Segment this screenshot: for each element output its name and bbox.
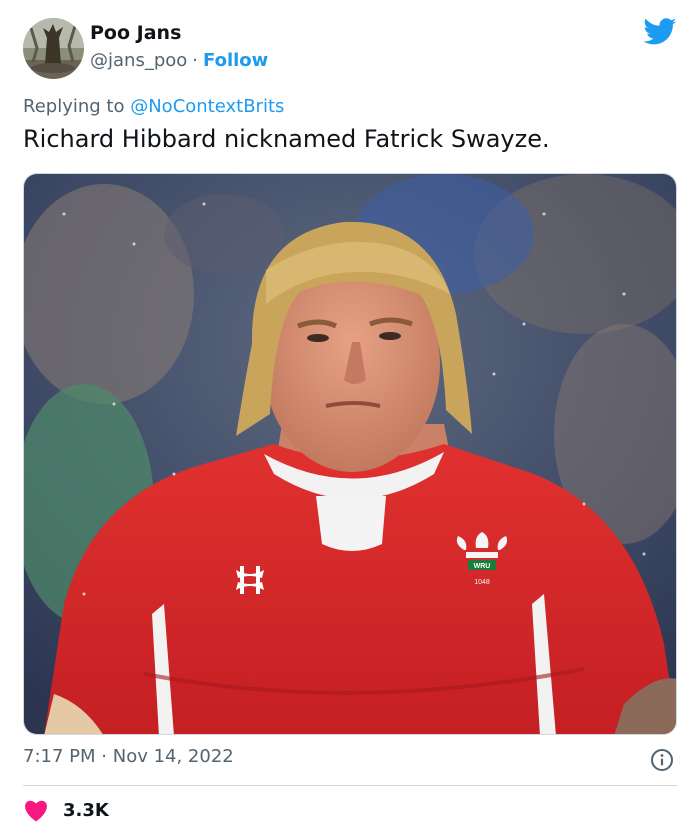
author-name[interactable]: Poo Jans — [90, 22, 181, 44]
heart-icon[interactable] — [23, 798, 49, 822]
avatar[interactable] — [23, 18, 84, 79]
twitter-bird-icon[interactable] — [643, 18, 677, 46]
info-icon[interactable] — [650, 748, 674, 772]
like-action[interactable]: 3.3K — [23, 797, 109, 823]
like-count: 3.3K — [63, 799, 109, 821]
crest-number-text: 1048 — [474, 579, 490, 586]
separator-dot: · — [101, 746, 107, 767]
timestamp[interactable]: 7:17 PM · Nov 14, 2022 — [23, 746, 234, 767]
reply-mention-link[interactable]: @NoContextBrits — [130, 96, 284, 117]
divider — [23, 785, 677, 786]
handle-row: @jans_poo · Follow — [90, 50, 268, 71]
separator-dot: · — [192, 50, 199, 71]
tweet-date: Nov 14, 2022 — [112, 746, 234, 767]
follow-button[interactable]: Follow — [203, 50, 268, 71]
author-handle[interactable]: @jans_poo — [90, 50, 187, 71]
replying-to-label: Replying to — [23, 96, 125, 117]
tweet-time: 7:17 PM — [23, 746, 96, 767]
crest-badge-text: WRU — [474, 563, 491, 570]
replying-to: Replying to @NoContextBrits — [23, 96, 284, 117]
rugby-player-photo: WRU 1048 — [24, 174, 676, 734]
tweet-photo[interactable]: WRU 1048 — [23, 173, 677, 735]
tweet-card: Poo Jans @jans_poo · Follow Replying to @N… — [0, 0, 700, 838]
avatar-image — [23, 18, 84, 79]
tweet-text: Richard Hibbard nicknamed Fatrick Swayze… — [23, 125, 550, 153]
